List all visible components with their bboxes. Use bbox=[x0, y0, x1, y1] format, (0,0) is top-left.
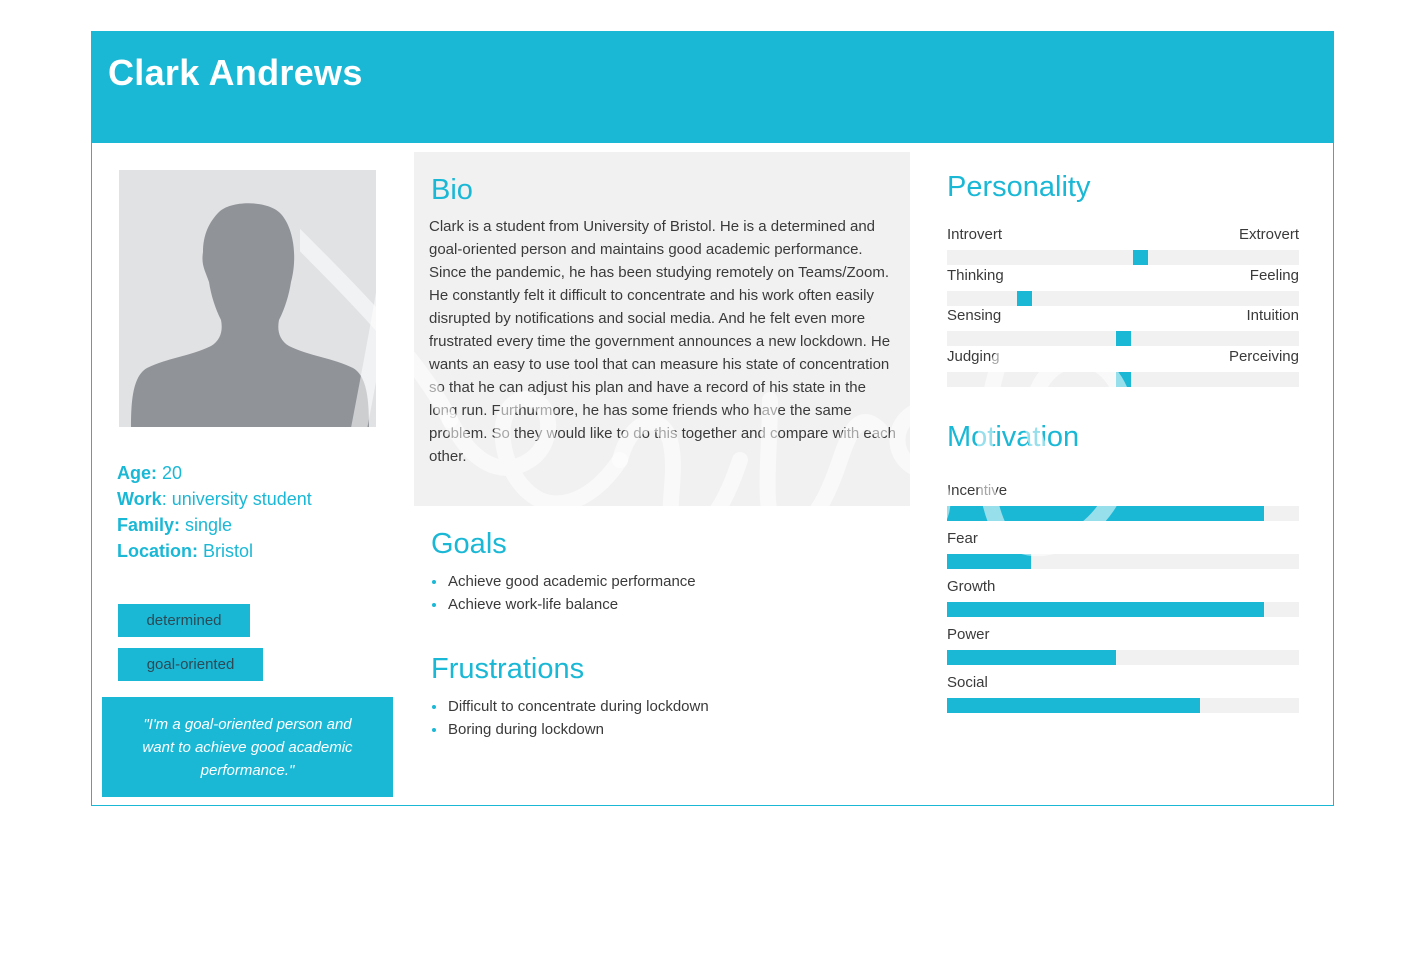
trait-left-label: Thinking bbox=[947, 267, 1004, 284]
trait-track bbox=[947, 372, 1299, 387]
motivation-bar bbox=[947, 698, 1200, 713]
motivation-item: Incentive bbox=[947, 482, 1299, 521]
goals-title: Goals bbox=[431, 528, 507, 560]
trait-marker bbox=[1017, 291, 1032, 306]
persona-quote: "I'm a goal-oriented person and want to … bbox=[102, 697, 393, 797]
list-item: Difficult to concentrate during lockdown bbox=[431, 695, 709, 718]
trait-right-label: Feeling bbox=[1249, 267, 1299, 284]
fact-age: Age: 20 bbox=[117, 460, 312, 486]
motivation-item: Social bbox=[947, 674, 1299, 713]
frustrations-list: Difficult to concentrate during lockdown… bbox=[431, 695, 709, 741]
motivation-bar bbox=[947, 602, 1264, 617]
list-item: Boring during lockdown bbox=[431, 718, 709, 741]
trait-right-label: Perceiving bbox=[1228, 348, 1299, 365]
frustration-text: Difficult to concentrate during lockdown bbox=[448, 698, 709, 715]
trait-right-label: Intuition bbox=[1246, 307, 1299, 324]
motivation-label: Social bbox=[947, 674, 988, 691]
personality-title: Personality bbox=[947, 171, 1091, 203]
bullet-icon bbox=[432, 603, 436, 607]
motivation-bar bbox=[947, 506, 1264, 521]
list-item: Achieve good academic performance bbox=[431, 570, 696, 593]
trait-right-label: Extrovert bbox=[1238, 226, 1299, 243]
fact-label: Family: bbox=[117, 515, 181, 535]
trait-track bbox=[947, 291, 1299, 306]
trait-track bbox=[947, 250, 1299, 265]
personality-trait: Sensing Intuition bbox=[947, 307, 1299, 346]
list-item: Achieve work-life balance bbox=[431, 593, 696, 616]
motivation-track bbox=[947, 554, 1299, 569]
fact-family: Family: single bbox=[117, 512, 312, 538]
goal-text: Achieve good academic performance bbox=[448, 573, 696, 590]
trait-left-label: Introvert bbox=[947, 226, 1003, 243]
motivation-label: Growth bbox=[947, 578, 996, 595]
fact-label: Age: bbox=[117, 463, 157, 483]
tag-goal-oriented: goal-oriented bbox=[118, 648, 263, 681]
personality-trait: Judging Perceiving bbox=[947, 348, 1299, 387]
trait-marker bbox=[1116, 372, 1131, 387]
fact-value: single bbox=[180, 515, 233, 535]
motivation-item: Power bbox=[947, 626, 1299, 665]
bio-title: Bio bbox=[431, 174, 473, 206]
profile-photo bbox=[119, 170, 376, 427]
fact-label: Work bbox=[117, 489, 162, 509]
motivation-track bbox=[947, 506, 1299, 521]
person-silhouette-icon bbox=[131, 203, 369, 427]
motivation-label: Power bbox=[947, 626, 990, 643]
fact-work: Work: university student bbox=[117, 486, 312, 512]
motivation-label: Fear bbox=[947, 530, 978, 547]
frustrations-title: Frustrations bbox=[431, 653, 585, 685]
motivation-title: Motivation bbox=[947, 421, 1080, 453]
fact-value: : university student bbox=[161, 489, 312, 509]
tag-determined: determined bbox=[118, 604, 250, 637]
motivation-track bbox=[947, 698, 1299, 713]
personality-trait: Introvert Extrovert bbox=[947, 226, 1299, 265]
persona-name: Clark Andrews bbox=[108, 52, 363, 93]
fact-value: Bristol bbox=[198, 541, 254, 561]
motivation-item: Fear bbox=[947, 530, 1299, 569]
motivation-label: Incentive bbox=[947, 482, 1008, 499]
motivation-track bbox=[947, 650, 1299, 665]
goal-text: Achieve work-life balance bbox=[448, 596, 619, 613]
trait-left-label: Judging bbox=[947, 348, 1000, 365]
trait-marker bbox=[1133, 250, 1148, 265]
trait-track bbox=[947, 331, 1299, 346]
fact-location: Location: Bristol bbox=[117, 538, 312, 564]
motivation-track bbox=[947, 602, 1299, 617]
bullet-icon bbox=[432, 580, 436, 584]
trait-left-label: Sensing bbox=[947, 307, 1002, 324]
profile-facts: Age: 20 Work: university student Family:… bbox=[117, 460, 312, 564]
personality-trait: Thinking Feeling bbox=[947, 267, 1299, 306]
fact-value: 20 bbox=[157, 463, 183, 483]
motivation-bar bbox=[947, 650, 1116, 665]
bullet-icon bbox=[432, 705, 436, 709]
goals-list: Achieve good academic performance Achiev… bbox=[431, 570, 696, 616]
fact-label: Location: bbox=[117, 541, 198, 561]
bio-text: Clark is a student from University of Br… bbox=[429, 218, 896, 465]
motivation-item: Growth bbox=[947, 578, 1299, 617]
motivation-bar bbox=[947, 554, 1031, 569]
persona-header: Clark Andrews bbox=[92, 32, 1333, 143]
frustration-text: Boring during lockdown bbox=[448, 721, 604, 738]
trait-marker bbox=[1116, 331, 1131, 346]
bullet-icon bbox=[432, 728, 436, 732]
persona-card: Clark Andrews Age: 20 Work: university s… bbox=[91, 31, 1334, 806]
